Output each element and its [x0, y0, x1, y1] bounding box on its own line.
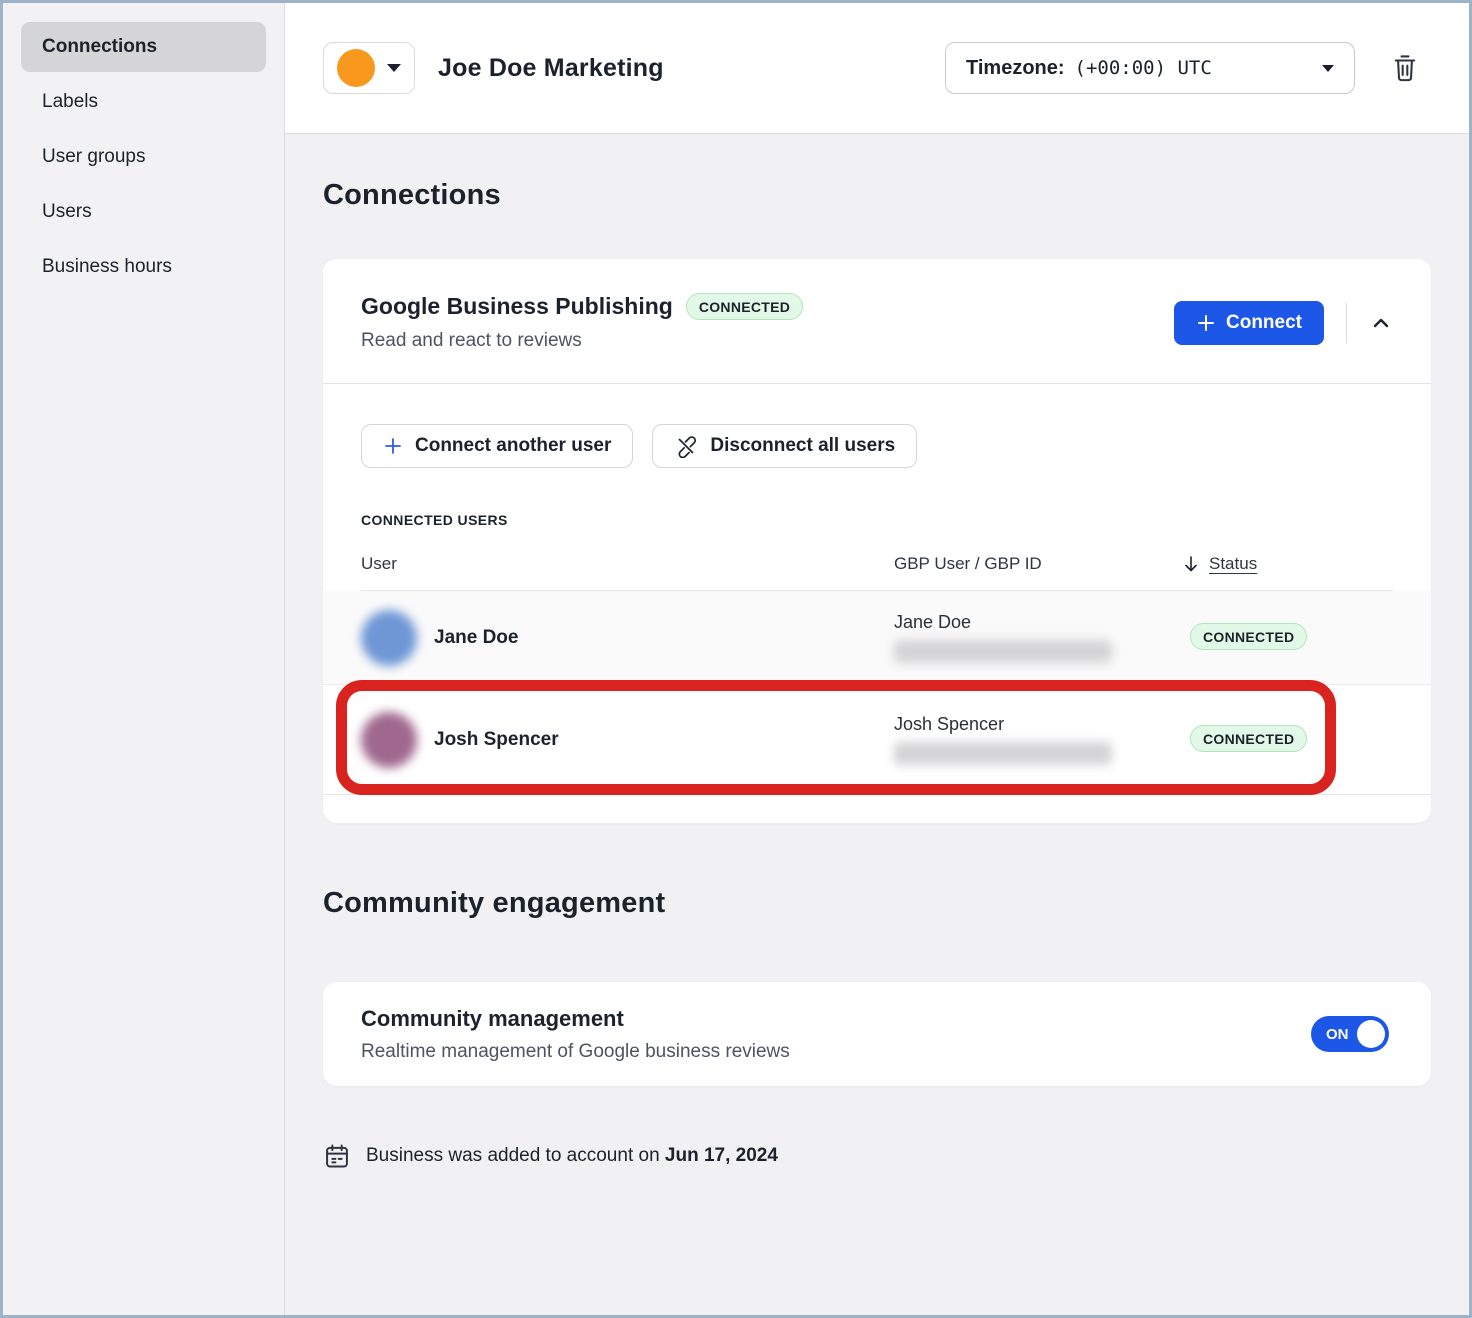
- connect-button[interactable]: Connect: [1174, 301, 1324, 345]
- sidebar-item-labels[interactable]: Labels: [21, 77, 266, 127]
- chevron-up-icon: [1369, 311, 1393, 335]
- sidebar-item-connections[interactable]: Connections: [21, 22, 266, 72]
- note-date: Jun 17, 2024: [665, 1145, 778, 1166]
- status-badge: CONNECTED: [1190, 725, 1307, 752]
- integration-description: Read and react to reviews: [361, 330, 803, 352]
- gbp-id-redacted: [894, 640, 1112, 663]
- users-table-header: User GBP User / GBP ID Status: [361, 554, 1393, 591]
- gbp-user-name: Jane Doe: [894, 612, 1182, 633]
- community-management-title: Community management: [361, 1006, 790, 1032]
- gbp-user-name: Josh Spencer: [894, 714, 1182, 735]
- chevron-down-icon: [1322, 65, 1334, 72]
- table-row[interactable]: Josh Spencer Josh Spencer CONNECTED: [323, 685, 1431, 795]
- column-header-user: User: [361, 554, 894, 574]
- page-title: Joe Doe Marketing: [438, 54, 664, 83]
- business-avatar-dropdown[interactable]: [323, 42, 415, 94]
- google-business-publishing-card: Google Business Publishing CONNECTED Rea…: [323, 259, 1431, 823]
- community-management-card: Community management Realtime management…: [323, 982, 1431, 1086]
- gbp-id-redacted: [894, 742, 1112, 765]
- integration-status-badge: CONNECTED: [686, 293, 803, 320]
- sidebar-item-user-groups[interactable]: User groups: [21, 132, 266, 182]
- plus-icon: [383, 436, 403, 456]
- table-row[interactable]: Jane Doe Jane Doe CONNECTED: [323, 591, 1431, 685]
- collapse-card-button[interactable]: [1369, 311, 1393, 335]
- user-name: Josh Spencer: [434, 729, 559, 751]
- status-sort-link[interactable]: Status: [1209, 554, 1257, 574]
- business-header: Joe Doe Marketing Timezone: (+00:00) UTC: [285, 3, 1469, 134]
- status-badge: CONNECTED: [1190, 623, 1307, 650]
- divider: [1346, 303, 1347, 343]
- avatar: [361, 712, 417, 768]
- settings-sidebar: Connections Labels User groups Users Bus…: [3, 3, 285, 1315]
- calendar-icon: [323, 1142, 351, 1170]
- sort-descending-icon[interactable]: [1182, 554, 1200, 574]
- community-management-toggle[interactable]: ON: [1311, 1016, 1389, 1052]
- timezone-value: (+00:00) UTC: [1075, 57, 1212, 79]
- user-name: Jane Doe: [434, 627, 518, 649]
- integration-name: Google Business Publishing: [361, 293, 673, 320]
- avatar: [361, 610, 417, 666]
- sidebar-item-users[interactable]: Users: [21, 187, 266, 237]
- business-added-note: Business was added to account on Jun 17,…: [323, 1142, 1431, 1170]
- connections-section-title: Connections: [323, 179, 1431, 212]
- toggle-state-label: ON: [1326, 1026, 1349, 1043]
- sidebar-item-business-hours[interactable]: Business hours: [21, 242, 266, 292]
- chevron-down-icon: [387, 64, 401, 72]
- note-text: Business was added to account on: [366, 1145, 660, 1166]
- community-management-description: Realtime management of Google business r…: [361, 1041, 790, 1063]
- connect-another-user-button[interactable]: Connect another user: [361, 424, 633, 468]
- trash-icon: [1391, 53, 1419, 83]
- business-avatar: [337, 49, 375, 87]
- disconnect-all-users-button[interactable]: Disconnect all users: [652, 424, 917, 468]
- delete-business-button[interactable]: [1391, 53, 1419, 83]
- timezone-label: Timezone:: [966, 57, 1065, 80]
- column-header-status: Status: [1182, 554, 1393, 574]
- community-engagement-section-title: Community engagement: [323, 887, 1431, 920]
- content-area: Connections Google Business Publishing C…: [285, 134, 1469, 1315]
- column-header-gbp: GBP User / GBP ID: [894, 554, 1182, 574]
- connected-users-label: CONNECTED USERS: [361, 512, 1393, 528]
- unlink-icon: [674, 434, 698, 458]
- timezone-select[interactable]: Timezone: (+00:00) UTC: [945, 42, 1355, 94]
- plus-icon: [1196, 313, 1216, 333]
- toggle-knob: [1357, 1020, 1385, 1048]
- main-panel: Joe Doe Marketing Timezone: (+00:00) UTC…: [285, 3, 1469, 1315]
